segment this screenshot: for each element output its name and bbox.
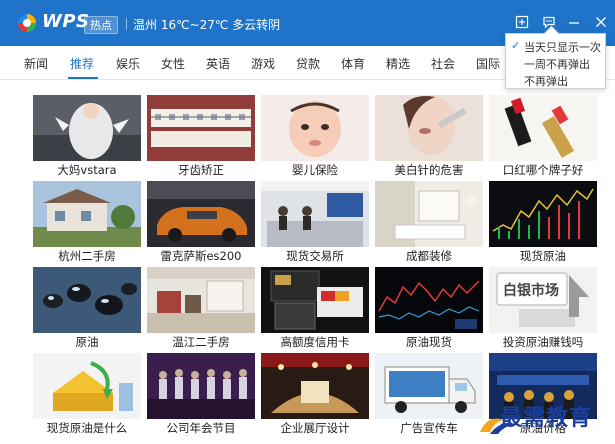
menu-item-once-per-day[interactable]: 当天只显示一次	[524, 39, 601, 55]
grid-item-caption: 温江二手房	[172, 335, 230, 349]
grid-item[interactable]: 原油	[33, 267, 141, 349]
thumbnail-image	[375, 353, 483, 419]
popup-frequency-menu: ✓ 当天只显示一次 一周不再弹出 不再弹出	[505, 33, 606, 89]
active-tab-indicator	[68, 77, 98, 79]
thumbnail-image	[33, 95, 141, 161]
thumbnail-image	[261, 267, 369, 333]
watermark: 最需教育	[478, 398, 608, 438]
brand-name: WPS	[42, 11, 90, 32]
tab-news[interactable]: 新闻	[24, 55, 48, 72]
thumbnail-image	[147, 181, 255, 247]
grid-item[interactable]: 口红哪个牌子好	[489, 95, 597, 177]
tab-english[interactable]: 英语	[206, 55, 230, 72]
grid-item-caption: 成都装修	[406, 249, 452, 263]
grid-item-caption: 现货原油是什么	[46, 421, 128, 435]
grid-item-caption: 大妈vstara	[57, 163, 117, 177]
grid-item[interactable]: 公司年会节目	[147, 353, 255, 435]
minimize-icon[interactable]	[565, 13, 583, 31]
thumbnail-image	[375, 267, 483, 333]
thumbnail-image	[489, 181, 597, 247]
grid-item[interactable]: 现货交易所	[261, 181, 369, 263]
menu-item-never-show[interactable]: 不再弹出	[524, 73, 568, 89]
tab-recommended[interactable]: 推荐	[70, 55, 94, 72]
thumbnail-image	[489, 95, 597, 161]
grid-item-caption: 美白针的危害	[394, 163, 464, 177]
grid-item[interactable]: 高额度信用卡	[261, 267, 369, 349]
tab-society[interactable]: 社会	[431, 55, 455, 72]
grid-item-caption: 投资原油赚钱吗	[502, 335, 584, 349]
grid-item-caption: 广告宣传车	[400, 421, 458, 435]
expand-icon[interactable]	[513, 13, 531, 31]
tab-loans[interactable]: 贷款	[296, 55, 320, 72]
grid-item-caption: 原油现货	[406, 335, 452, 349]
grid-item[interactable]: 现货原油	[489, 181, 597, 263]
grid-item[interactable]: 杭州二手房	[33, 181, 141, 263]
grid-item[interactable]: 大妈vstara	[33, 95, 141, 177]
weather-info[interactable]: 温州 16℃~27℃ 多云转阴	[133, 16, 280, 33]
tab-women[interactable]: 女性	[161, 55, 185, 72]
grid-item[interactable]: 美白针的危害	[375, 95, 483, 177]
grid-item[interactable]: 广告宣传车	[375, 353, 483, 435]
grid-item[interactable]: 企业展厅设计	[261, 353, 369, 435]
hot-tag: 热点	[84, 16, 118, 34]
watermark-text: 最需教育	[500, 405, 593, 431]
grid-item[interactable]: 成都装修	[375, 181, 483, 263]
svg-text:白银市场: 白银市场	[503, 282, 559, 299]
tab-games[interactable]: 游戏	[251, 55, 275, 72]
thumbnail-image	[375, 95, 483, 161]
grid-item[interactable]: 原油现货	[375, 267, 483, 349]
title-divider	[126, 18, 127, 30]
thumbnail-image	[33, 353, 141, 419]
grid-item[interactable]: 婴儿保险	[261, 95, 369, 177]
grid-item-caption: 雷克萨斯es200	[160, 249, 242, 263]
menu-item-not-for-a-week[interactable]: 一周不再弹出	[524, 56, 590, 72]
grid-item[interactable]: 温江二手房	[147, 267, 255, 349]
recommendation-grid: 大妈vstara 牙齿矫正 婴儿保险 美白针的危害 口红哪个牌子好 杭州二手房	[33, 95, 597, 435]
tab-sports[interactable]: 体育	[341, 55, 365, 72]
grid-item-caption: 原油	[75, 335, 99, 349]
checkmark-icon: ✓	[511, 39, 521, 52]
grid-item-caption: 婴儿保险	[292, 163, 338, 177]
grid-item[interactable]: 雷克萨斯es200	[147, 181, 255, 263]
grid-item-caption: 公司年会节目	[166, 421, 236, 435]
grid-item[interactable]: 现货原油是什么	[33, 353, 141, 435]
grid-item-caption: 杭州二手房	[58, 249, 116, 263]
thumbnail-image	[261, 95, 369, 161]
wps-logo-icon	[18, 14, 36, 32]
tab-entertainment[interactable]: 娱乐	[116, 55, 140, 72]
thumbnail-image	[33, 267, 141, 333]
tab-international[interactable]: 国际	[476, 55, 500, 72]
grid-item-caption: 高额度信用卡	[280, 335, 350, 349]
close-icon[interactable]	[592, 13, 610, 31]
thumbnail-image	[33, 181, 141, 247]
grid-item[interactable]: 白银市场 投资原油赚钱吗	[489, 267, 597, 349]
grid-item-caption: 口红哪个牌子好	[502, 163, 584, 177]
grid-item-caption: 企业展厅设计	[280, 421, 350, 435]
thumbnail-image	[261, 181, 369, 247]
tab-featured[interactable]: 精选	[386, 55, 410, 72]
thumbnail-image: 白银市场	[489, 267, 597, 333]
thumbnail-image	[375, 181, 483, 247]
thumbnail-image	[147, 353, 255, 419]
grid-item-caption: 现货原油	[520, 249, 566, 263]
thumbnail-image	[147, 95, 255, 161]
grid-item-caption: 现货交易所	[286, 249, 344, 263]
thumbnail-image	[147, 267, 255, 333]
grid-item-caption: 牙齿矫正	[178, 163, 224, 177]
thumbnail-image	[261, 353, 369, 419]
grid-item[interactable]: 牙齿矫正	[147, 95, 255, 177]
